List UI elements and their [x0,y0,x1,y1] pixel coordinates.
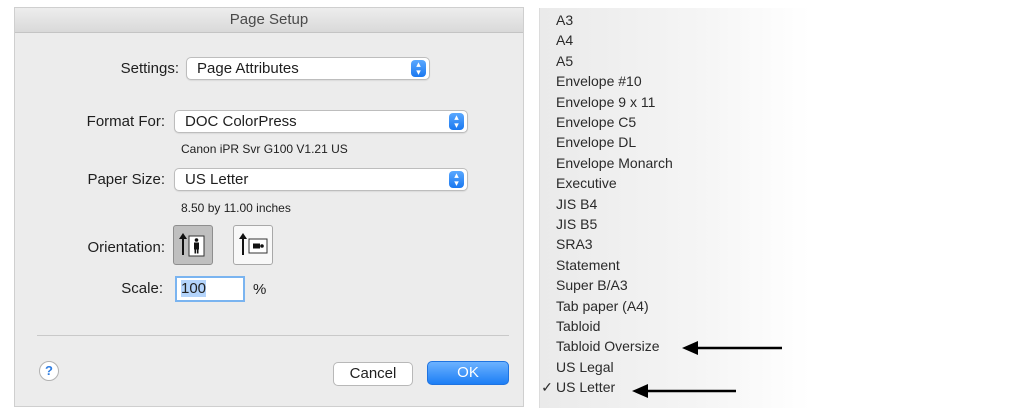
paper-size-option[interactable]: Super B/A3 [540,275,810,295]
format-for-value: DOC ColorPress [185,113,297,130]
paper-size-option[interactable]: US Legal [540,357,810,377]
paper-size-popup[interactable]: US Letter ▴ ▾ [174,168,468,191]
paper-size-option[interactable]: Executive [540,173,810,193]
settings-popup[interactable]: Page Attributes ▴ ▾ [186,57,430,80]
paper-size-option-label: A4 [556,32,574,49]
page-setup-dialog: Page Setup Settings: Page Attributes ▴ ▾ … [14,7,524,407]
paper-size-option-label: Envelope Monarch [556,154,673,171]
paper-size-option[interactable]: A3 [540,10,810,30]
paper-size-option[interactable]: Envelope C5 [540,112,810,132]
orientation-label: Orientation: [87,239,165,256]
paper-size-option-label: SRA3 [556,236,593,253]
paper-size-option-label: Super B/A3 [556,277,628,294]
paper-size-option[interactable]: A5 [540,51,810,71]
settings-label: Settings: [120,60,179,77]
format-for-popup[interactable]: DOC ColorPress ▴ ▾ [174,110,468,133]
paper-size-option[interactable]: Envelope DL [540,132,810,152]
paper-size-option-label: Executive [556,175,617,192]
paper-size-option-label: Statement [556,256,620,273]
scale-label: Scale: [121,280,163,297]
paper-dimensions: 8.50 by 11.00 inches [181,201,291,215]
paper-size-option-label: Tab paper (A4) [556,297,649,314]
paper-size-option-label: A5 [556,52,574,69]
cancel-button[interactable]: Cancel [333,362,413,386]
landscape-orientation-icon [239,233,268,255]
popup-chevrons-icon: ▴ ▾ [449,113,464,130]
scale-unit: % [253,281,267,298]
dialog-divider [37,335,509,336]
paper-size-option-label: A3 [556,12,574,28]
paper-size-option-label: Tabloid [556,318,601,334]
paper-size-option-label: JIS B4 [556,195,598,212]
paper-size-option-label: US Legal [556,358,614,375]
scale-value: 100 [181,280,207,297]
paper-size-option[interactable]: JIS B4 [540,194,810,214]
paper-size-option-label: US Letter [556,379,616,396]
ok-button[interactable]: OK [427,361,509,385]
paper-size-option[interactable]: SRA3 [540,234,810,254]
popup-chevrons-icon: ▴ ▾ [411,60,426,77]
paper-size-option-label: Envelope DL [556,134,637,151]
portrait-orientation-icon [179,233,205,257]
help-button[interactable]: ? [39,361,59,381]
paper-size-option[interactable]: Tab paper (A4) [540,296,810,316]
settings-value: Page Attributes [197,60,299,77]
annotation-arrow-us-letter [632,384,736,398]
paper-size-option[interactable]: A4 [540,30,810,50]
paper-size-option-label: Envelope #10 [556,73,642,90]
printer-description: Canon iPR Svr G100 V1.21 US [181,142,348,156]
paper-size-option[interactable]: Envelope Monarch [540,153,810,173]
scale-input[interactable]: 100 [175,276,245,302]
popup-chevrons-icon: ▴ ▾ [449,171,464,188]
format-for-label: Format For: [86,113,165,130]
paper-size-option[interactable]: Envelope #10 [540,71,810,91]
paper-size-value: US Letter [185,171,249,188]
paper-size-option-label: Tabloid Oversize [556,338,660,355]
paper-size-option[interactable]: Envelope 9 x 11 [540,92,810,112]
orientation-portrait-button[interactable] [173,225,213,265]
dialog-title: Page Setup [15,8,523,33]
paper-size-option[interactable]: JIS B5 [540,214,810,234]
orientation-landscape-button[interactable] [233,225,273,265]
paper-size-option-label: JIS B5 [556,216,598,232]
paper-size-label: Paper Size: [87,171,165,188]
paper-size-option[interactable]: Statement [540,255,810,275]
checkmark-icon: ✓ [541,379,553,396]
annotation-arrow-tabloid-oversize [682,341,782,355]
paper-size-option-label: Envelope C5 [556,114,637,130]
paper-size-option-label: Envelope 9 x 11 [556,93,656,110]
paper-size-option[interactable]: Tabloid [540,316,810,336]
